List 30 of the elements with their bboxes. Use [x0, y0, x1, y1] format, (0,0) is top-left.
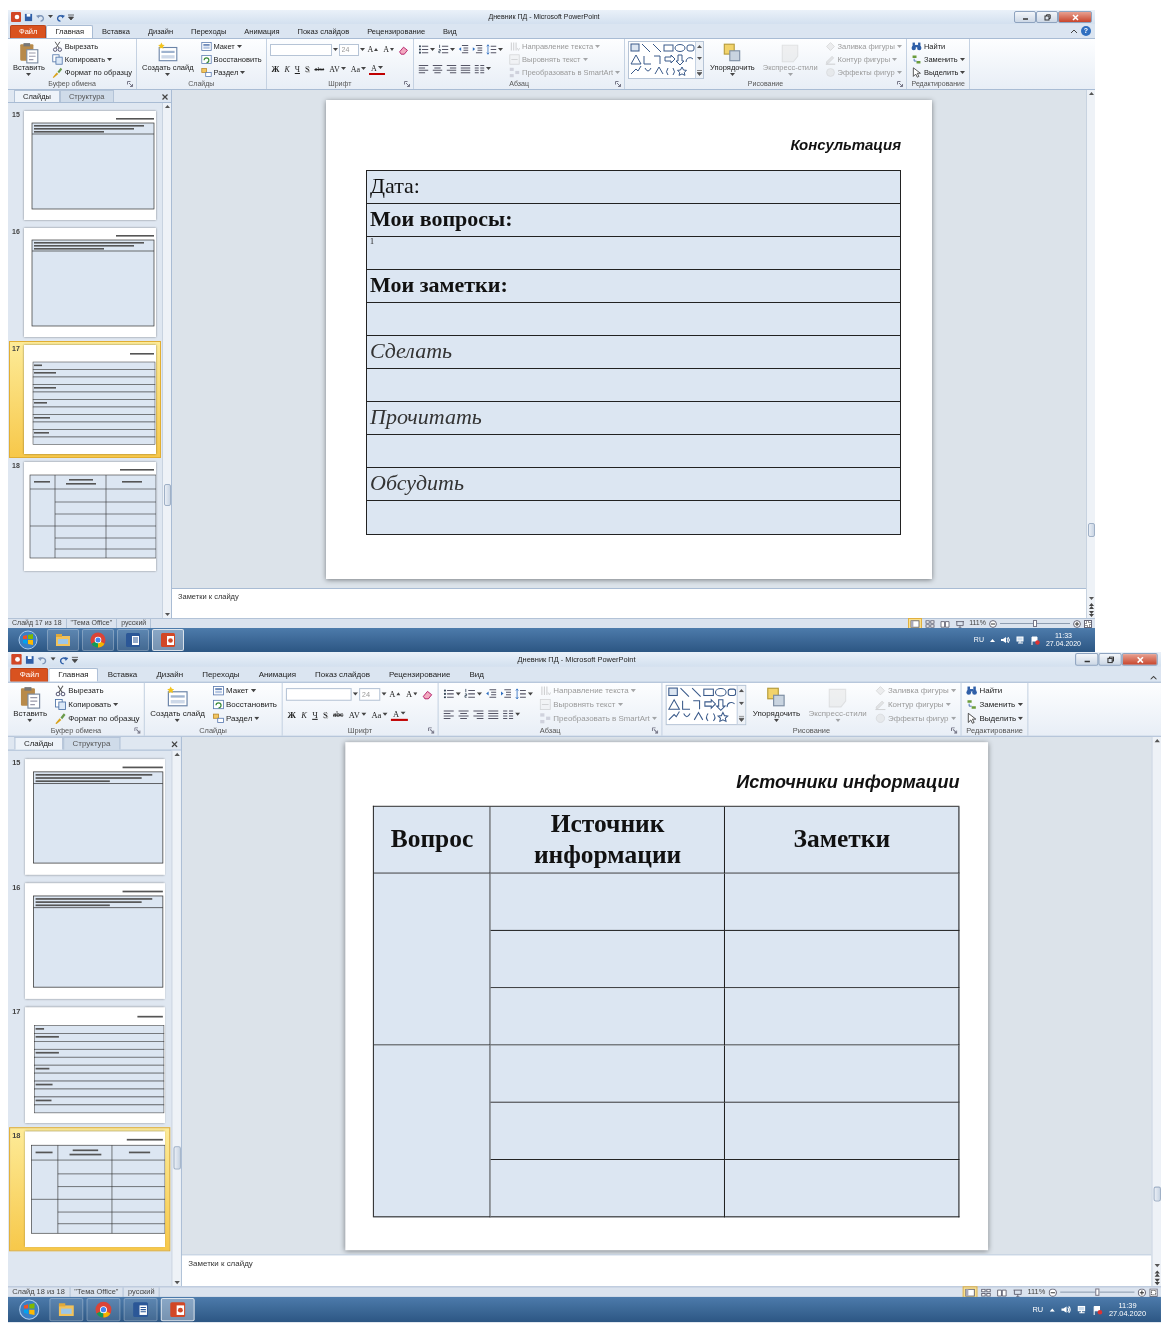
- table-header: Заметки: [725, 806, 960, 874]
- format-button[interactable]: Aa: [348, 64, 368, 75]
- format-button[interactable]: Ж: [285, 709, 299, 721]
- format-button[interactable]: A: [387, 689, 403, 700]
- format-button[interactable]: A: [365, 45, 381, 55]
- format-button[interactable]: S: [320, 709, 330, 721]
- format-button[interactable]: A: [381, 45, 397, 55]
- slide-title: Консультация: [790, 135, 901, 154]
- format-button[interactable]: Aa: [369, 709, 390, 721]
- table-row: Дата:: [367, 170, 900, 204]
- table-row: Прочитать: [367, 401, 900, 435]
- format-button[interactable]: S: [303, 64, 312, 75]
- table-row: 1: [367, 236, 900, 270]
- table-row: Мои вопросы:: [367, 203, 900, 237]
- format-button[interactable]: Ж: [269, 64, 282, 75]
- format-button[interactable]: Ч: [292, 64, 302, 75]
- format-button[interactable]: Ч: [310, 709, 320, 721]
- table-row: Сделать: [367, 335, 900, 369]
- format-button[interactable]: A: [390, 708, 408, 722]
- table-header: Источник информации: [491, 806, 726, 874]
- format-button[interactable]: К: [282, 64, 292, 75]
- table-row: Мои заметки:: [367, 269, 900, 303]
- format-button[interactable]: К: [299, 709, 309, 721]
- format-button[interactable]: AV: [327, 64, 348, 75]
- format-button[interactable]: AV: [346, 709, 369, 721]
- table-header: Вопрос: [373, 806, 492, 874]
- table-row: Обсудить: [367, 467, 900, 501]
- slide-title: Источники информации: [736, 771, 960, 793]
- format-button[interactable]: A: [404, 689, 420, 700]
- format-button[interactable]: A: [369, 63, 385, 76]
